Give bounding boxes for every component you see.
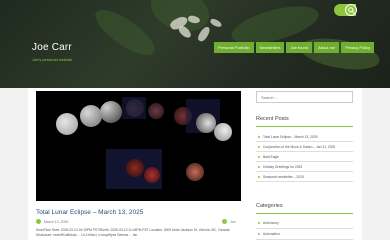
user-icon: [222, 219, 227, 224]
search-icon[interactable]: [345, 4, 357, 16]
main-content: Total Lunar Eclipse – March 13, 2025 Mar…: [36, 88, 242, 240]
site-header: Joe Carr Joe's personal website Personal…: [0, 0, 390, 88]
bullet-icon: [258, 233, 260, 235]
sidebar-search-input[interactable]: [256, 91, 353, 103]
bullet-icon: [258, 155, 260, 158]
post-meta: March 13, 2025: [36, 219, 68, 224]
categories-title: Categories: [256, 203, 283, 209]
calendar-icon: [36, 219, 41, 224]
nav-item-joe-found[interactable]: Joe found: [286, 42, 313, 53]
list-item[interactable]: Bald Eagle: [256, 152, 353, 162]
bullet-icon: [258, 135, 260, 138]
nav-item-about-me[interactable]: About me: [314, 42, 340, 53]
eclipse-image[interactable]: [36, 91, 241, 201]
post-title[interactable]: Total Lunar Eclipse – March 13, 2025: [36, 209, 143, 216]
list-item[interactable]: Astronomy: [256, 218, 353, 229]
post-excerpt: SmerTime Start: 2025-03-13 24:19PM PST/R…: [36, 228, 230, 237]
list-item[interactable]: Conjunction of the Moon & Saturn – Jan 3…: [256, 142, 353, 152]
categories-list: Astronomy Automation: [256, 218, 353, 240]
list-item[interactable]: Automation: [256, 229, 353, 240]
main-nav: Personal Portfolio Newsletters Joe found…: [214, 42, 375, 53]
recent-posts-title: Recent Posts: [256, 116, 289, 122]
recent-posts-rule: [256, 126, 353, 127]
nav-item-newsletters[interactable]: Newsletters: [255, 42, 285, 53]
site-title[interactable]: Joe Carr: [32, 42, 72, 53]
bullet-icon: [258, 175, 260, 178]
list-item[interactable]: Total Lunar Eclipse – March 13, 2025: [256, 132, 353, 142]
list-item[interactable]: Seasonal newsletter – 2025: [256, 172, 353, 182]
recent-posts-list: Total Lunar Eclipse – March 13, 2025 Con…: [256, 132, 353, 182]
bullet-icon: [258, 165, 260, 168]
site-tagline: Joe's personal website: [32, 57, 73, 62]
bullet-icon: [258, 145, 260, 148]
author-name[interactable]: Joe: [230, 220, 236, 224]
nav-item-privacy-policy[interactable]: Privacy Policy: [341, 42, 375, 53]
bullet-icon: [258, 222, 260, 224]
categories-rule: [256, 213, 353, 214]
post-date[interactable]: March 13, 2025: [44, 220, 68, 224]
nav-item-personal-portfolio[interactable]: Personal Portfolio: [214, 42, 254, 53]
post-author: Joe: [222, 219, 236, 224]
list-item[interactable]: Holiday Greetings for 2025: [256, 162, 353, 172]
